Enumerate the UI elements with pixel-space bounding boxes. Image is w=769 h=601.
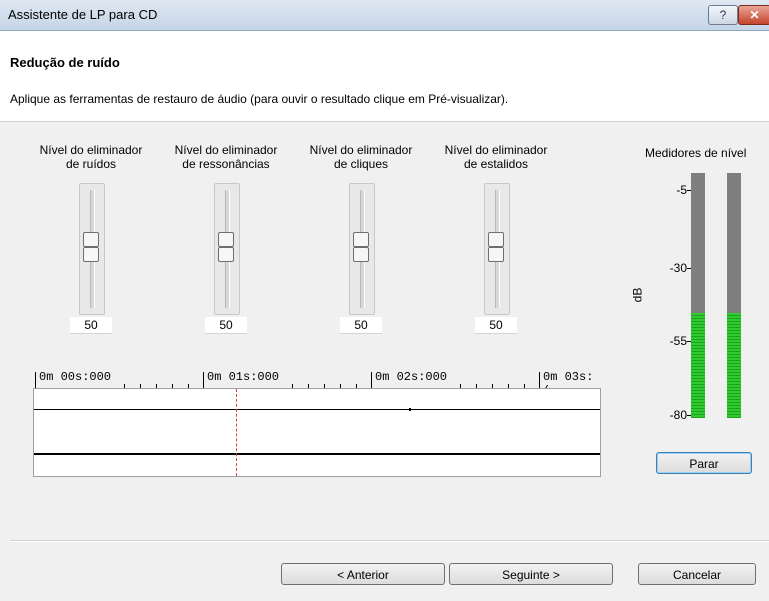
ruler-label: 0m 00s:000 [39, 370, 112, 384]
left-channel-waveform [34, 409, 600, 410]
page-title: Redução de ruído [10, 55, 120, 70]
slider-label-noise: Nível do eliminador de ruídos [26, 143, 156, 171]
resonance-value: 50 [205, 317, 247, 334]
ruler-major-tick [203, 372, 204, 388]
playback-cursor[interactable] [236, 389, 237, 476]
slider-thumb[interactable] [218, 232, 234, 262]
slider-label-clicks: Nível do eliminador de cliques [296, 143, 426, 171]
previous-button[interactable]: < Anterior [281, 563, 445, 585]
slider-label-line1: Nível do eliminador [309, 143, 413, 157]
ruler-major-tick [371, 372, 372, 388]
stop-button[interactable]: Parar [656, 452, 752, 474]
db-scale-label: -5 [676, 183, 687, 197]
slider-label-line2: de estalidos [463, 157, 529, 171]
resonance-slider[interactable] [214, 183, 240, 315]
close-button[interactable]: ✕ [738, 5, 769, 25]
slider-thumb[interactable] [488, 232, 504, 262]
slider-label-line1: Nível do eliminador [174, 143, 278, 157]
slider-thumb[interactable] [83, 232, 99, 262]
slider-label-line1: Nível do eliminador [444, 143, 548, 157]
window-title: Assistente de LP para CD [8, 7, 158, 22]
left-level-fill [691, 313, 705, 418]
slider-label-line2: de cliques [333, 157, 389, 171]
db-scale-label: -80 [669, 408, 687, 422]
left-level-meter [691, 173, 705, 418]
slider-label-line1: Nível do eliminador [39, 143, 143, 157]
cancel-button[interactable]: Cancelar [638, 563, 756, 585]
waveform-display[interactable] [33, 388, 601, 477]
slider-label-crackle: Nível do eliminador de estalidos [431, 143, 561, 171]
meters-title: Medidores de nível [645, 146, 747, 160]
slider-label-line2: de ruídos [65, 157, 117, 171]
db-scale-label: -30 [669, 261, 687, 275]
clicks-value: 50 [340, 317, 382, 334]
crackle-slider[interactable] [484, 183, 510, 315]
clicks-slider[interactable] [349, 183, 375, 315]
db-axis-label: dB [630, 287, 645, 303]
noise-value: 50 [70, 317, 112, 334]
right-level-fill [727, 313, 741, 418]
page-description: Aplique as ferramentas de restauro de áu… [10, 92, 509, 106]
crackle-value: 50 [475, 317, 517, 334]
help-button[interactable]: ? [708, 5, 738, 25]
timeline-ruler[interactable]: 0m 00s:000 0m 01s:000 0m 02s:000 0m 03s:… [33, 368, 599, 398]
slider-label-line2: de ressonâncias [182, 157, 270, 171]
right-level-meter [727, 173, 741, 418]
ruler-label: 0m 02s:000 [375, 370, 448, 384]
title-bar: Assistente de LP para CD ? ✕ [0, 0, 769, 31]
slider-thumb[interactable] [353, 232, 369, 262]
wizard-header: Redução de ruído Aplique as ferramentas … [0, 31, 769, 122]
db-scale-label: -55 [669, 334, 687, 348]
ruler-major-tick [35, 372, 36, 388]
right-channel-waveform [34, 453, 600, 455]
noise-slider[interactable] [79, 183, 105, 315]
next-button[interactable]: Seguinte > [449, 563, 613, 585]
ruler-major-tick [539, 372, 540, 388]
footer-separator [10, 540, 769, 542]
slider-label-resonance: Nível do eliminador de ressonâncias [161, 143, 291, 171]
ruler-label: 0m 01s:000 [207, 370, 280, 384]
